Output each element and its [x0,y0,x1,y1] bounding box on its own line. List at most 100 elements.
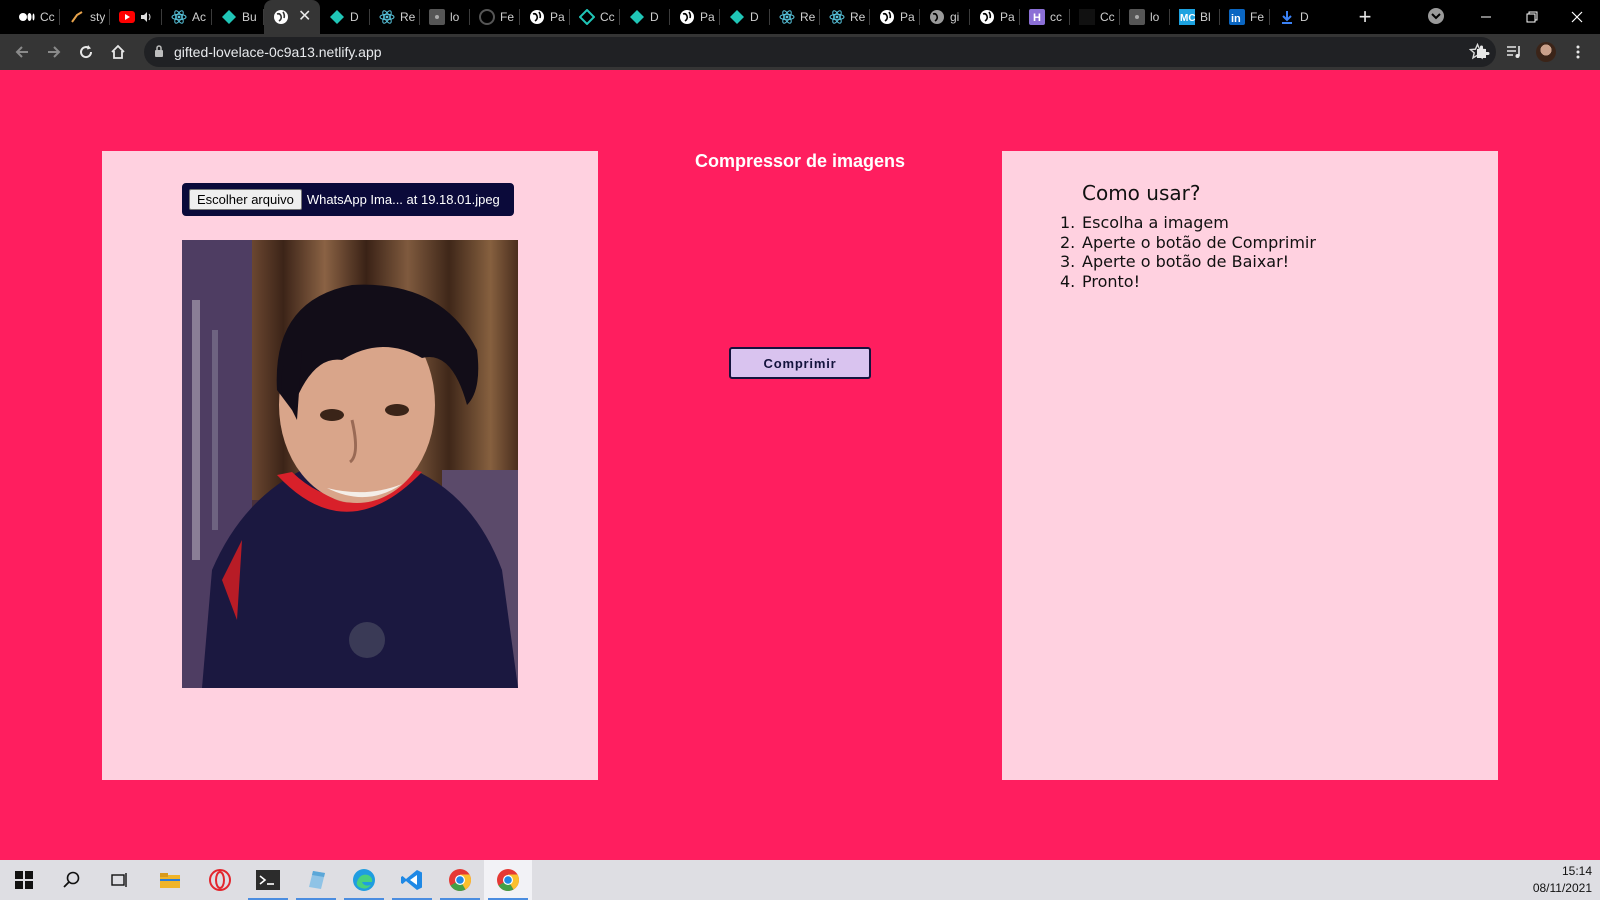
browser-tab[interactable]: D [720,0,770,34]
browser-tab[interactable]: Cc [10,0,60,34]
home-icon[interactable] [104,34,132,70]
browser-tab[interactable]: gi [920,0,970,34]
netlify-icon [729,9,745,25]
lock-icon [154,45,164,63]
browser-tab[interactable]: Cc [1070,0,1120,34]
search-icon[interactable] [48,860,96,900]
browser-tab[interactable]: Bu [212,0,264,34]
globe-icon [979,9,995,25]
browser-tab[interactable]: Fe [470,0,520,34]
browser-tab[interactable]: Re [820,0,870,34]
svg-text:in: in [1231,13,1241,25]
windows-start-icon[interactable] [0,860,48,900]
browser-tab[interactable]: lo [1120,0,1170,34]
step-number: 3. [1060,252,1076,271]
tab-title: lo [1150,10,1160,24]
browser-tab[interactable]: Pa [670,0,720,34]
browser-tab[interactable]: D [320,0,370,34]
notepad-icon[interactable] [292,860,340,900]
close-window-icon[interactable] [1554,0,1600,34]
tab-title: gi [950,10,960,24]
browser-tab[interactable]: D [620,0,670,34]
file-explorer-icon[interactable] [146,860,194,900]
reload-icon[interactable] [72,34,100,70]
address-bar[interactable]: gifted-lovelace-0c9a13.netlify.app [144,37,1496,67]
step-number: 2. [1060,232,1076,252]
terminal-icon[interactable] [244,860,292,900]
tab-title: Pa [900,10,915,24]
tab-title: lo [450,10,460,24]
chrome-icon[interactable] [484,860,532,900]
edge-icon[interactable] [340,860,388,900]
browser-tab[interactable]: Re [370,0,420,34]
choose-file-button[interactable]: Escolher arquivo [189,189,302,210]
system-clock[interactable]: 15:14 08/11/2021 [1533,863,1592,897]
forward-arrow-icon[interactable] [40,34,68,70]
browser-tab[interactable] [110,0,162,34]
browser-tab[interactable]: Ac [162,0,212,34]
file-input[interactable]: Escolher arquivo WhatsApp Ima... at 19.1… [182,183,514,216]
back-arrow-icon[interactable] [8,34,36,70]
react-icon [829,9,845,25]
list-item: 2. Aperte o botão de Comprimir [1060,233,1316,253]
vscode-icon[interactable] [388,860,436,900]
react-icon [1129,9,1145,25]
image-preview [182,240,518,688]
profile-avatar[interactable] [1532,34,1560,70]
netlify-icon [629,9,645,25]
restore-icon[interactable] [1509,0,1555,34]
browser-tab[interactable]: Cc [570,0,620,34]
tab-title: sty [90,10,106,24]
new-tab-icon[interactable]: + [1352,0,1378,34]
tab-search-icon[interactable] [1428,8,1444,24]
speaker-icon [138,9,154,25]
instructions-panel: Como usar? 1. Escolha a imagem 2. Aperte o… [1002,151,1498,780]
portrait-photo-icon [182,240,518,688]
browser-tab[interactable]: sty [60,0,110,34]
media-control-icon[interactable] [1500,34,1528,70]
globe-icon [679,9,695,25]
netlify-icon [221,9,237,25]
more-menu-icon[interactable] [1564,34,1592,70]
browser-tab[interactable]: H cc [1020,0,1070,34]
browser-tab[interactable]: Pa [520,0,570,34]
tab-title: Re [850,10,866,24]
page-icon [1079,9,1095,25]
step-text: Pronto! [1082,271,1140,291]
compress-button[interactable]: Comprimir [729,347,871,379]
browser-tab[interactable]: lo [420,0,470,34]
browser-tab[interactable]: Pa [870,0,920,34]
heroku-icon: H [1029,9,1045,25]
youtube-icon [119,9,135,25]
tab-title: D [350,10,359,24]
step-number: 1. [1060,213,1076,232]
avatar [1536,42,1556,62]
close-tab-icon[interactable]: ✕ [298,9,311,25]
svg-text:MC: MC [1180,13,1195,24]
step-text: Aperte o botão de Comprimir [1082,232,1316,252]
browser-tab[interactable]: in Fe [1220,0,1270,34]
browser-tab-active[interactable]: ✕ [264,0,320,34]
chrome-icon[interactable] [436,860,484,900]
tab-title: D [650,10,659,24]
tab-title: Fe [500,10,515,24]
windows-taskbar: 15:14 08/11/2021 [0,860,1600,900]
medium-icon [19,9,35,25]
task-view-icon[interactable] [96,860,144,900]
globe-icon [529,9,545,25]
browser-tab[interactable]: Re [770,0,820,34]
mc-icon: MC [1179,9,1195,25]
browser-tab[interactable]: D [1270,0,1320,34]
tab-title: D [1300,10,1309,24]
extensions-puzzle-icon[interactable] [1468,34,1496,70]
clock-date: 08/11/2021 [1532,881,1592,895]
upload-panel: Escolher arquivo WhatsApp Ima... at 19.1… [102,151,598,780]
list-item: 4. Pronto! [1060,272,1316,292]
browser-tab-strip: Cc sty Ac Bu ✕ D Re lo Fe Pa Cc D Pa D R… [0,0,1600,34]
svg-text:H: H [1033,12,1041,24]
browser-tab[interactable]: Pa [970,0,1020,34]
browser-tab[interactable]: MC Bl [1170,0,1220,34]
opera-icon[interactable] [196,860,244,900]
minimize-icon[interactable] [1463,0,1509,34]
react-icon [779,9,795,25]
